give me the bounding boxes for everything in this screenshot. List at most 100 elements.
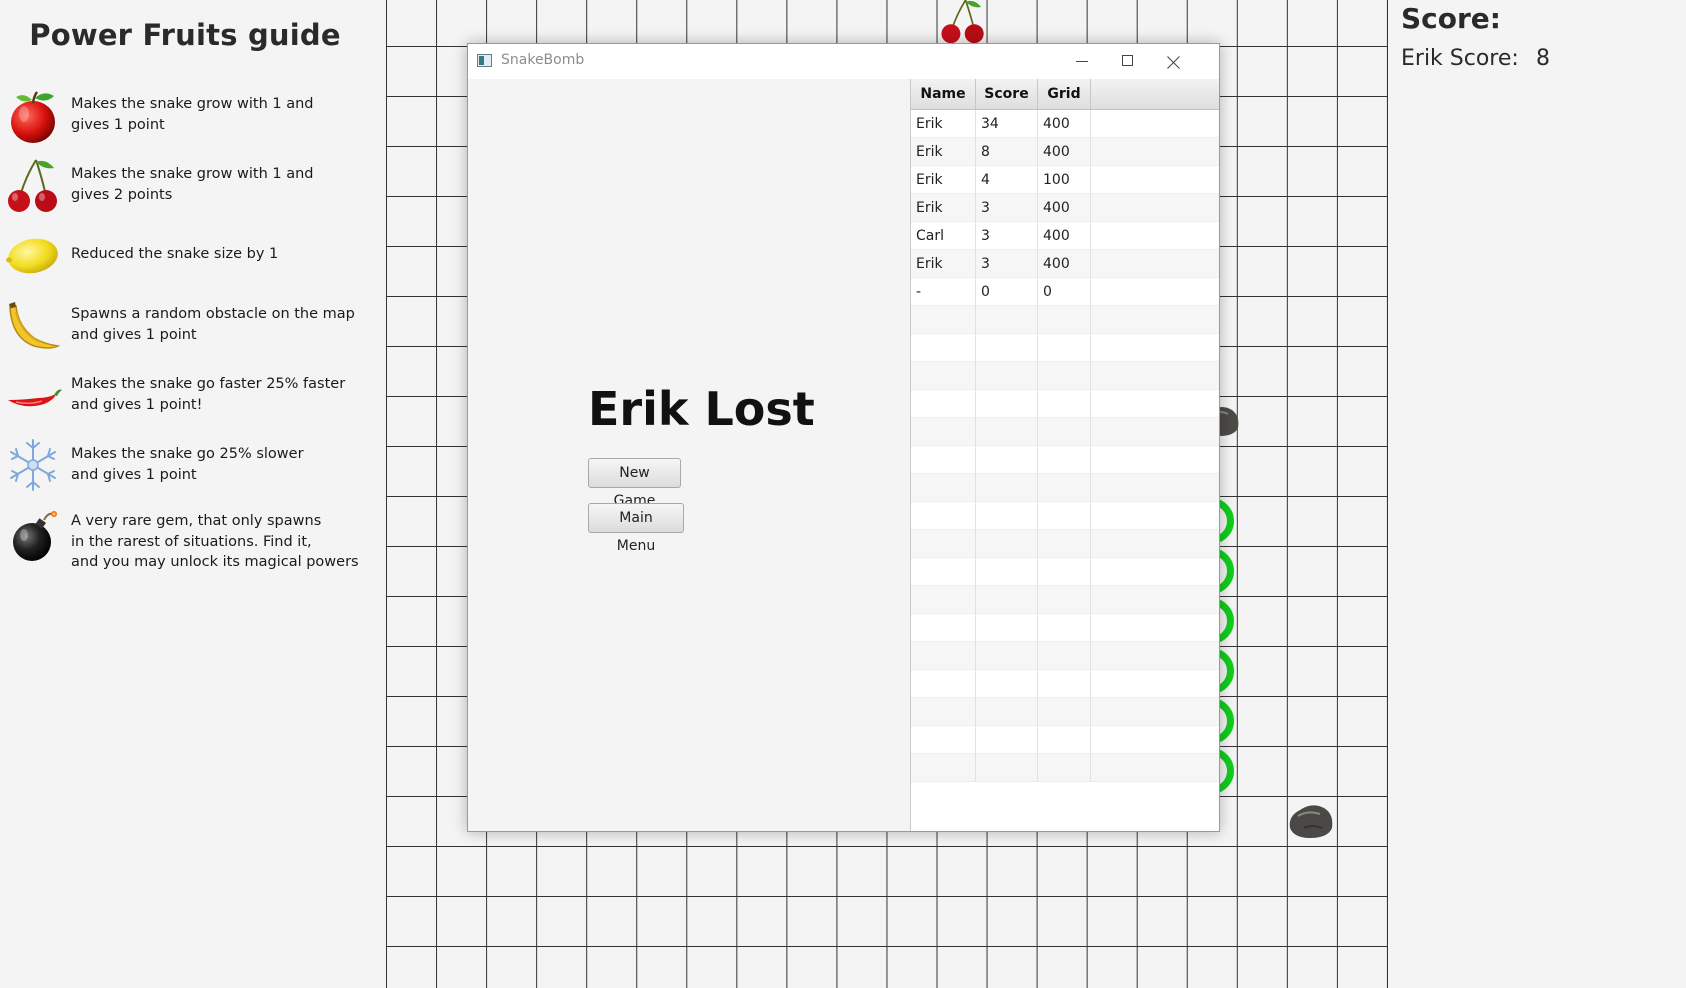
- guide-item-snowflake: Makes the snake go 25% slower and gives …: [0, 436, 380, 506]
- cell-name: [911, 642, 976, 670]
- table-row[interactable]: [911, 502, 1219, 530]
- table-row[interactable]: [911, 306, 1219, 334]
- cell-name: [911, 446, 976, 474]
- cell-name: Erik: [911, 194, 976, 222]
- cell-grid: 400: [1038, 110, 1091, 138]
- maximize-icon: [1122, 55, 1133, 66]
- table-row[interactable]: Erik 3 400: [911, 250, 1219, 278]
- table-row[interactable]: [911, 390, 1219, 418]
- cell-name: [911, 726, 976, 754]
- cell-name: [911, 614, 976, 642]
- highscore-table[interactable]: Name Score Grid Erik 34 400 Erik 8 400 Erik 4 10…: [910, 79, 1219, 831]
- score-title: Score:: [1401, 2, 1501, 35]
- guide-item-lemon: Reduced the snake size by 1: [0, 226, 380, 296]
- cell-grid: [1038, 614, 1091, 642]
- column-header-grid[interactable]: Grid: [1038, 79, 1091, 109]
- cell-grid: [1038, 670, 1091, 698]
- table-row[interactable]: [911, 530, 1219, 558]
- cell-score: [976, 670, 1038, 698]
- cell-name: [911, 334, 976, 362]
- cell-grid: [1038, 698, 1091, 726]
- cell-name: Erik: [911, 166, 976, 194]
- player-score-value: 8: [1536, 46, 1550, 71]
- table-row[interactable]: Erik 8 400: [911, 138, 1219, 166]
- table-row[interactable]: [911, 642, 1219, 670]
- table-row[interactable]: Carl 3 400: [911, 222, 1219, 250]
- table-row[interactable]: [911, 726, 1219, 754]
- cell-filler: [1091, 110, 1219, 138]
- table-row[interactable]: [911, 334, 1219, 362]
- minimize-button[interactable]: [1059, 44, 1105, 79]
- table-row[interactable]: [911, 586, 1219, 614]
- table-row[interactable]: [911, 754, 1219, 782]
- guide-item-chili: Makes the snake go faster 25% faster and…: [0, 366, 380, 436]
- cell-score: [976, 418, 1038, 446]
- cell-filler: [1091, 418, 1219, 446]
- guide-item-cherry: Makes the snake grow with 1 and gives 2 …: [0, 156, 380, 226]
- cell-filler: [1091, 390, 1219, 418]
- cell-score: 3: [976, 250, 1038, 278]
- cell-filler: [1091, 362, 1219, 390]
- new-game-button[interactable]: New Game: [588, 458, 681, 509]
- cell-grid: [1038, 418, 1091, 446]
- table-row[interactable]: [911, 614, 1219, 642]
- cell-name: [911, 754, 976, 782]
- table-row[interactable]: [911, 670, 1219, 698]
- table-row[interactable]: [911, 698, 1219, 726]
- cell-grid: [1038, 502, 1091, 530]
- cell-filler: [1091, 754, 1219, 782]
- column-header-name[interactable]: Name: [911, 79, 976, 109]
- cell-filler: [1091, 278, 1219, 306]
- table-row[interactable]: [911, 558, 1219, 586]
- cell-grid: [1038, 754, 1091, 782]
- table-row[interactable]: [911, 362, 1219, 390]
- guide-title: Power Fruits guide: [29, 18, 341, 52]
- window-titlebar[interactable]: SnakeBomb: [468, 44, 1219, 79]
- cell-score: [976, 474, 1038, 502]
- table-row[interactable]: Erik 3 400: [911, 194, 1219, 222]
- cell-score: [976, 586, 1038, 614]
- cell-filler: [1091, 474, 1219, 502]
- cell-score: [976, 334, 1038, 362]
- guide-text: Spawns a random obstacle on the map and …: [71, 306, 355, 343]
- column-header-filler: [1091, 79, 1219, 109]
- cell-name: [911, 670, 976, 698]
- snowflake-icon: [10, 439, 56, 491]
- maximize-button[interactable]: [1105, 44, 1151, 79]
- cell-grid: [1038, 474, 1091, 502]
- cell-filler: [1091, 642, 1219, 670]
- cell-score: 34: [976, 110, 1038, 138]
- cell-score: [976, 390, 1038, 418]
- snakebomb-window: SnakeBomb Erik Lost New Game Main Menu N…: [467, 43, 1220, 832]
- table-row[interactable]: [911, 418, 1219, 446]
- table-row[interactable]: -00: [911, 278, 1219, 306]
- cell-filler: [1091, 166, 1219, 194]
- cell-score: 3: [976, 194, 1038, 222]
- cell-grid: 0: [1038, 278, 1091, 306]
- cell-score: [976, 530, 1038, 558]
- cell-grid: [1038, 446, 1091, 474]
- guide-text: Makes the snake grow with 1 and gives 1 …: [71, 96, 314, 133]
- cell-filler: [1091, 222, 1219, 250]
- cell-score: [976, 558, 1038, 586]
- cell-score: [976, 754, 1038, 782]
- cell-name: [911, 530, 976, 558]
- cell-grid: [1038, 642, 1091, 670]
- cell-filler: [1091, 306, 1219, 334]
- table-row[interactable]: [911, 446, 1219, 474]
- close-button[interactable]: [1151, 44, 1197, 79]
- cell-name: Erik: [911, 250, 976, 278]
- cell-grid: 400: [1038, 138, 1091, 166]
- cell-filler: [1091, 334, 1219, 362]
- cell-grid: [1038, 726, 1091, 754]
- table-row[interactable]: [911, 474, 1219, 502]
- column-header-score[interactable]: Score: [976, 79, 1038, 109]
- cell-filler: [1091, 530, 1219, 558]
- main-menu-button[interactable]: Main Menu: [588, 503, 684, 554]
- cell-name: [911, 586, 976, 614]
- table-row[interactable]: Erik 34 400: [911, 110, 1219, 138]
- table-row[interactable]: Erik 4 100: [911, 166, 1219, 194]
- guide-item-apple: Makes the snake grow with 1 and gives 1 …: [0, 86, 380, 156]
- cell-score: [976, 306, 1038, 334]
- cell-grid: 100: [1038, 166, 1091, 194]
